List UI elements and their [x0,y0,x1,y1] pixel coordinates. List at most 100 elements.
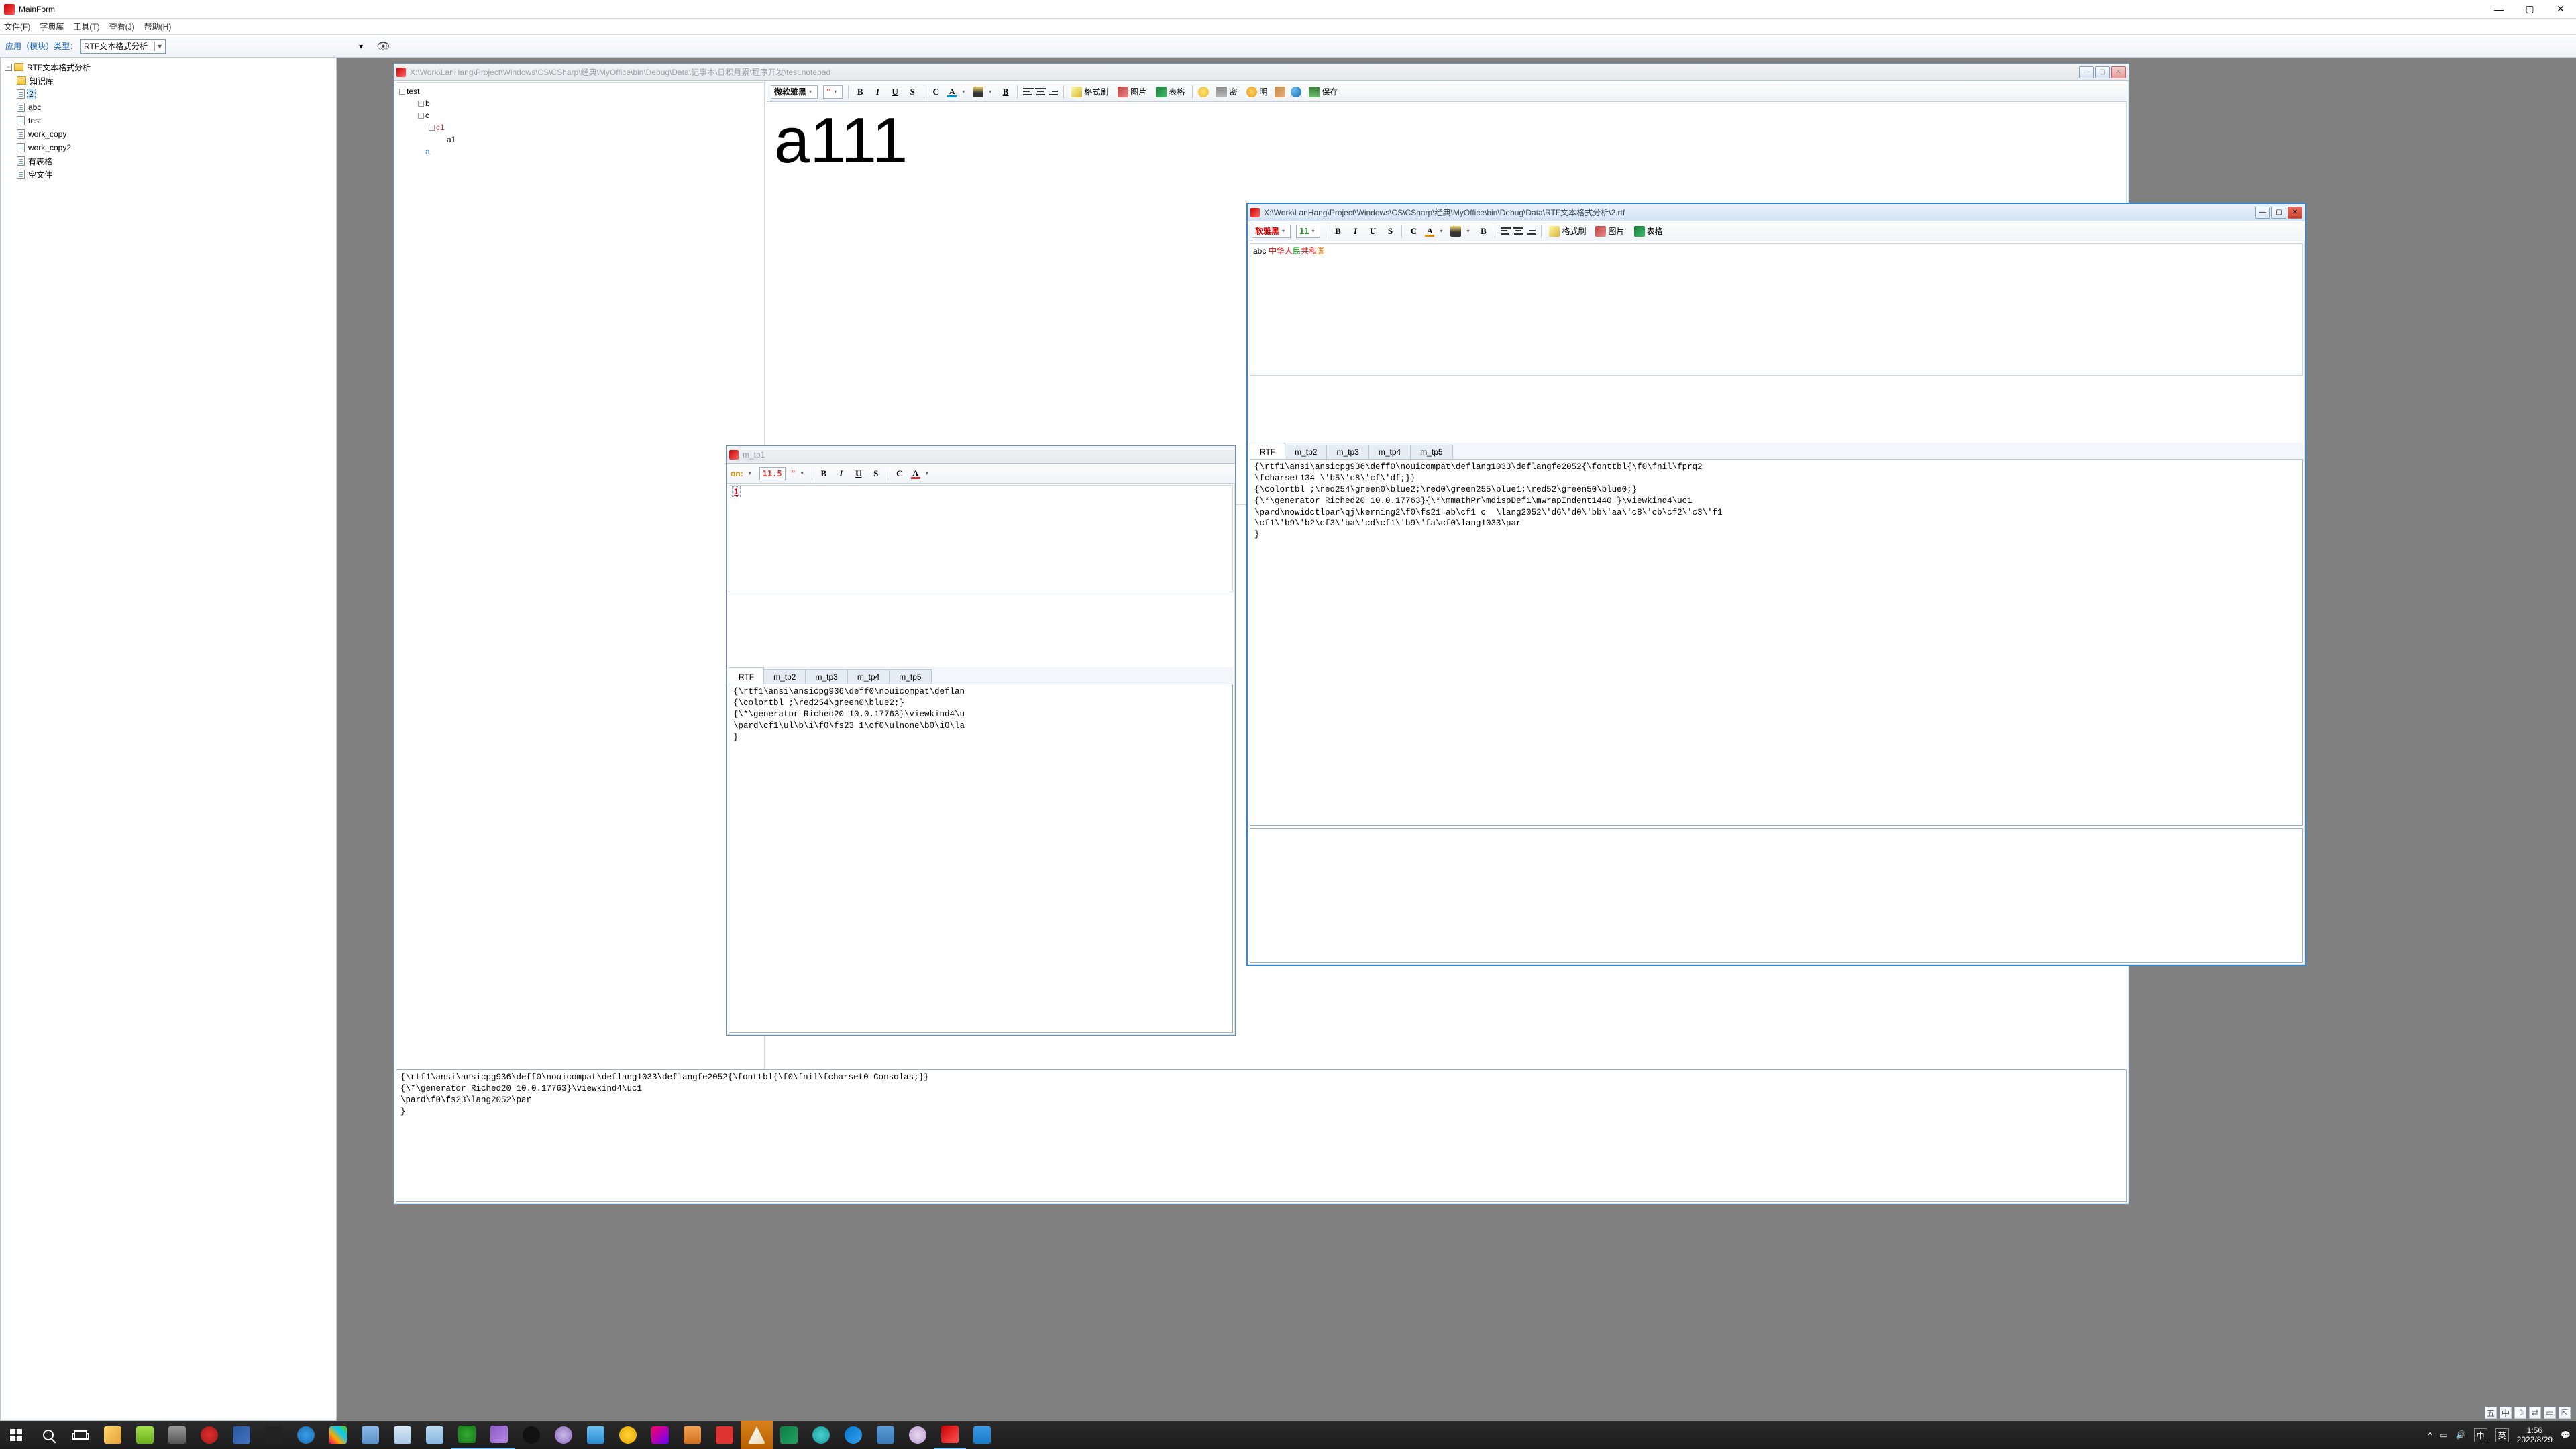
rtf-source-text[interactable]: {\rtf1\ansi\ansicpg936\deff0\nouicompat\… [729,684,1233,1033]
menu-view[interactable]: 查看(J) [109,21,135,32]
ime-indicator[interactable]: 英 [2496,1428,2509,1442]
eye-icon[interactable]: 👁 [376,40,390,53]
status-cell[interactable]: 五 [2485,1407,2497,1419]
close-button[interactable]: ✕ [2288,207,2302,219]
rtf-source-text[interactable]: {\rtf1\ansi\ansicpg936\deff0\nouicompat\… [1250,460,2303,826]
menu-file[interactable]: 文件(F) [4,21,30,32]
tree-row[interactable]: −c1 [399,121,761,133]
underline-button[interactable]: U [1366,224,1379,239]
tree-row[interactable]: −test [399,85,761,97]
underline-button[interactable]: U [889,85,901,99]
taskbar-app[interactable] [934,1421,966,1449]
tree-item[interactable]: abc [2,101,335,114]
insert-image-button[interactable]: 图片 [1116,86,1148,97]
insert-image-button[interactable]: 图片 [1593,225,1626,237]
italic-button[interactable]: I [835,466,847,481]
tree-item[interactable]: 空文件 [2,168,335,181]
tab-rtf[interactable]: RTF [1250,443,1285,459]
font-size-combo[interactable]: "▾ [823,85,843,99]
tree-item[interactable]: work_copy2 [2,141,335,154]
notifications-button[interactable]: 💬 [2561,1430,2571,1440]
tray-network-icon[interactable]: ▭ [2440,1430,2447,1440]
bold-underline-button[interactable]: B [1000,85,1012,99]
bold-button[interactable]: B [854,85,866,99]
taskbar-app[interactable] [612,1421,644,1449]
font-size-combo[interactable]: 11▾ [1296,225,1320,238]
maximize-button[interactable]: ▢ [2271,207,2286,219]
status-cell[interactable]: 中 [2500,1407,2512,1419]
search-button[interactable] [32,1421,64,1449]
status-cell[interactable]: ▭ [2544,1407,2556,1419]
minimize-button[interactable]: — [2079,66,2094,78]
underline-button[interactable]: U [853,466,865,481]
taskbar-app[interactable] [129,1421,161,1449]
bold-underline-button[interactable]: B [1477,224,1489,239]
brightness-button[interactable]: 明 [1244,86,1269,97]
editor-content[interactable]: abc 中华人民共和国 [1250,243,2303,376]
maximize-button[interactable]: ▢ [2095,66,2110,78]
tree-item[interactable]: 有表格 [2,154,335,168]
menu-tools[interactable]: 工具(T) [73,21,99,32]
bold-button[interactable]: B [1332,224,1344,239]
tree-row[interactable]: a [399,146,761,158]
tree-item[interactable]: 知识库 [2,74,335,87]
taskbar-app[interactable] [451,1421,483,1449]
chevron-down-icon[interactable]: ▾ [359,42,363,51]
tree-row[interactable]: −c [399,109,761,121]
collapse-icon[interactable]: − [5,64,12,71]
font-color-button[interactable]: A [947,87,957,97]
taskbar-app[interactable] [773,1421,805,1449]
menu-help[interactable]: 帮助(H) [144,21,172,32]
tree-root[interactable]: − RTF文本格式分析 [2,60,335,74]
ime-indicator[interactable]: 中 [2474,1428,2487,1442]
save-button[interactable]: 保存 [1307,86,1340,97]
align-center-button[interactable] [1035,87,1046,97]
italic-button[interactable]: I [871,85,883,99]
taskbar-app[interactable] [837,1421,869,1449]
strikethrough-button[interactable]: S [906,85,918,99]
tab-m-tp5[interactable]: m_tp5 [889,669,931,684]
taskbar-app[interactable] [97,1421,129,1449]
tab-m-tp3[interactable]: m_tp3 [1326,445,1368,459]
taskbar-app[interactable] [580,1421,612,1449]
tab-rtf[interactable]: RTF [729,667,764,684]
close-button[interactable]: ✕ [2111,66,2126,78]
italic-button[interactable]: I [1349,224,1361,239]
tab-m-tp4[interactable]: m_tp4 [1368,445,1411,459]
status-cell[interactable]: ⇄ [2529,1407,2541,1419]
taskbar-app[interactable] [193,1421,225,1449]
collapse-icon[interactable]: − [429,125,435,131]
taskbar-app[interactable] [483,1421,515,1449]
module-type-combo[interactable]: RTF文本格式分析 ▾ [80,39,166,54]
insert-table-button[interactable]: 表格 [1154,86,1187,97]
taskbar-app[interactable] [225,1421,258,1449]
taskbar-app[interactable] [902,1421,934,1449]
tray-overflow[interactable]: ^ [2428,1430,2432,1440]
collapse-icon[interactable]: − [399,89,405,95]
menu-fontlib[interactable]: 字典库 [40,21,64,32]
bold-button[interactable]: B [818,466,830,481]
close-button[interactable]: ✕ [2545,0,2576,19]
clear-format-button[interactable]: C [894,466,906,481]
tab-m-tp2[interactable]: m_tp2 [763,669,806,684]
taskbar-app[interactable] [419,1421,451,1449]
taskbar-app[interactable] [966,1421,998,1449]
taskbar-app[interactable] [515,1421,547,1449]
clear-format-button[interactable]: C [1407,224,1419,239]
font-name-combo[interactable]: 软雅黑▾ [1252,225,1291,238]
align-left-button[interactable] [1023,87,1034,97]
clock[interactable]: 1:56 2022/8/29 [2517,1426,2553,1445]
format-painter-button[interactable]: 格式刷 [1069,86,1110,97]
child-titlebar[interactable]: X:\Work\LanHang\Project\Windows\CS\CShar… [1248,204,2305,221]
taskbar-app[interactable] [708,1421,741,1449]
taskbar-app[interactable] [161,1421,193,1449]
tree-row[interactable]: a1 [399,133,761,146]
tab-m-tp4[interactable]: m_tp4 [847,669,890,684]
encrypt-button[interactable]: 密 [1214,86,1239,97]
taskbar-app[interactable] [869,1421,902,1449]
taskbar-app[interactable] [386,1421,419,1449]
highlight-button[interactable] [1450,226,1461,237]
child-titlebar[interactable]: m_tp1 [727,446,1235,464]
emoji-button[interactable] [1198,87,1209,97]
taskbar-app[interactable] [258,1421,290,1449]
